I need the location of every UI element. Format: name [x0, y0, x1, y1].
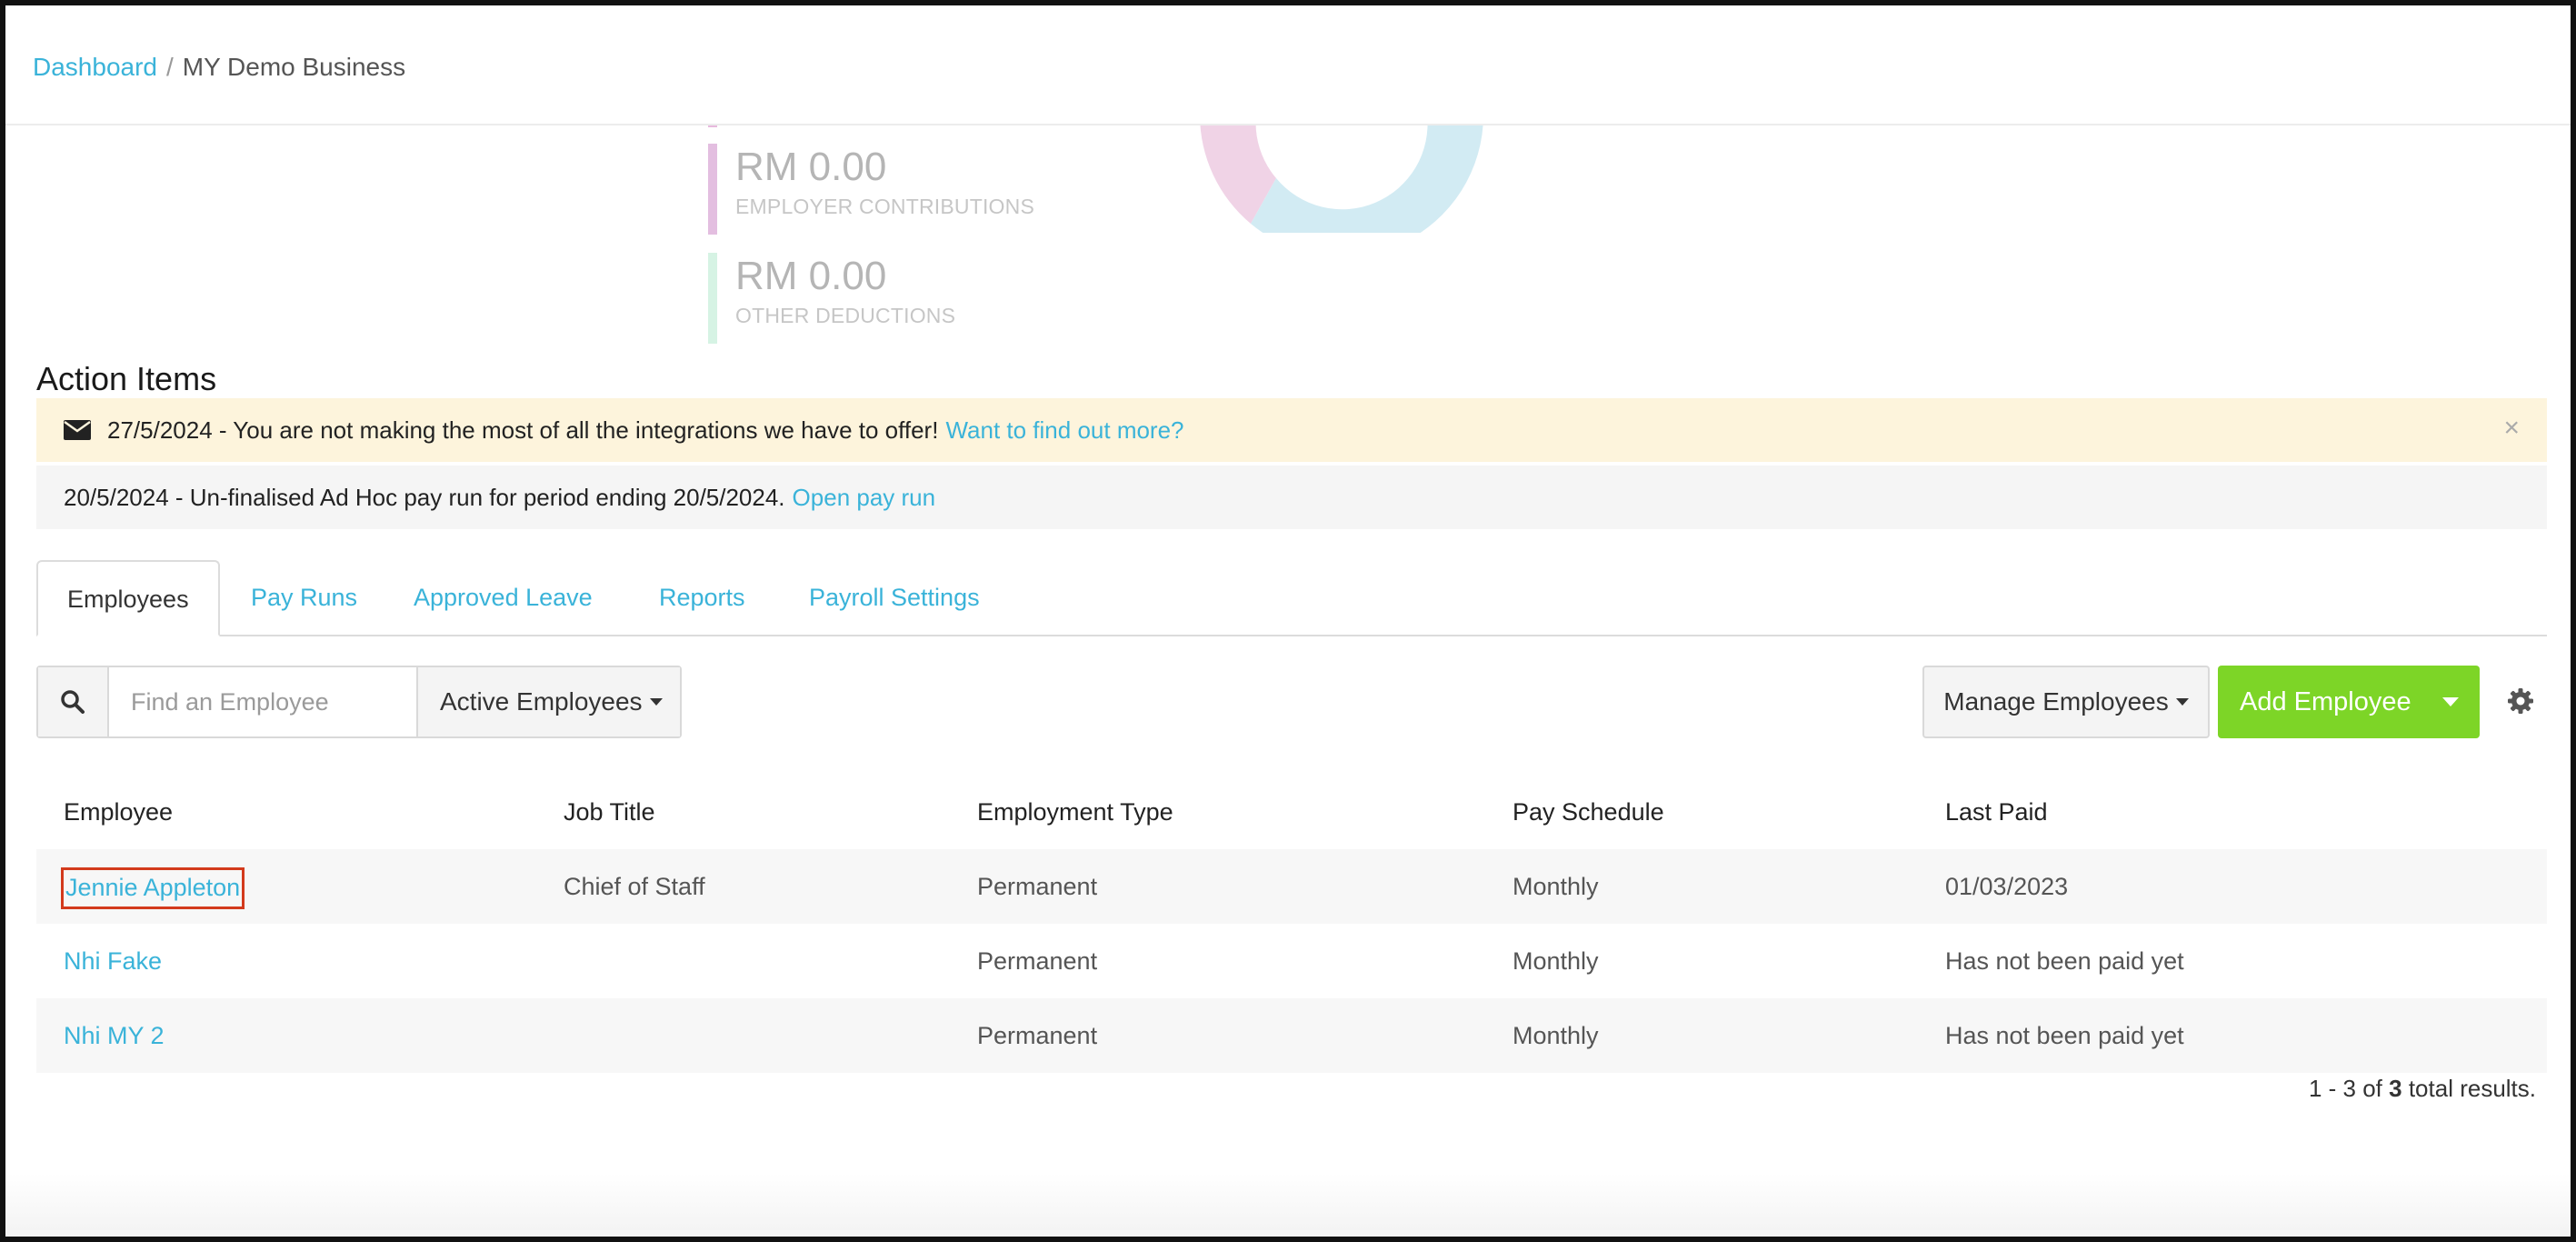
pay-schedule-cell: Monthly	[1513, 947, 1599, 975]
pay-run-alert: 20/5/2024 - Un-finalised Ad Hoc pay run …	[36, 466, 2547, 529]
stat-amount: RM 0.00	[735, 254, 887, 298]
donut-segment-main	[1251, 115, 1484, 233]
tab-approved-leave[interactable]: Approved Leave	[384, 560, 622, 635]
employee-search-input[interactable]	[109, 667, 416, 736]
employee-name-link[interactable]: Jennie Appleton	[61, 867, 245, 909]
open-pay-run-link[interactable]: Open pay run	[793, 484, 936, 512]
breadcrumb-dashboard-link[interactable]: Dashboard	[33, 53, 157, 81]
manage-employees-label: Manage Employees	[1943, 687, 2169, 716]
dropdown-label: Active Employees	[440, 687, 643, 716]
results-total: 3	[2389, 1075, 2402, 1102]
app-window: RM 0.00 EMPLOYER CONTRIBUTIONS RM 0.00 O…	[0, 0, 2576, 1242]
close-icon[interactable]: ×	[2503, 415, 2520, 442]
employee-search-group: Active Employees	[36, 666, 682, 738]
employee-name-link[interactable]: Nhi MY 2	[64, 998, 165, 1073]
breadcrumb-current: MY Demo Business	[182, 53, 406, 81]
alert-text: 20/5/2024 - Un-finalised Ad Hoc pay run …	[64, 483, 785, 511]
table-header: Employee Job Title Employment Type Pay S…	[36, 775, 2547, 849]
breadcrumb: Dashboard / MY Demo Business	[33, 53, 405, 82]
column-header-job-title[interactable]: Job Title	[564, 775, 655, 849]
bottom-shadow	[5, 1173, 2571, 1237]
add-employee-options-toggle[interactable]	[2421, 666, 2480, 738]
tab-pay-runs[interactable]: Pay Runs	[222, 560, 386, 635]
stat-other-deductions: RM 0.00 OTHER DEDUCTIONS	[708, 253, 955, 344]
gear-icon[interactable]	[2507, 687, 2534, 715]
results-prefix: 1 - 3 of	[2308, 1075, 2382, 1102]
page-header: Dashboard / MY Demo Business	[5, 5, 2571, 125]
table-row: Nhi MY 2 Permanent Monthly Has not been …	[36, 998, 2547, 1073]
last-paid-cell: Has not been paid yet	[1945, 1022, 2184, 1049]
job-title-cell: Chief of Staff	[564, 873, 705, 900]
search-button[interactable]	[38, 667, 109, 736]
manage-employees-button[interactable]: Manage Employees	[1922, 666, 2210, 738]
employment-type-cell: Permanent	[977, 1022, 1098, 1049]
integration-alert: 27/5/2024 - You are not making the most …	[36, 398, 2547, 462]
table-row: Nhi Fake Permanent Monthly Has not been …	[36, 924, 2547, 998]
last-paid-cell: 01/03/2023	[1945, 873, 2069, 900]
last-paid-cell: Has not been paid yet	[1945, 947, 2184, 975]
chevron-down-icon	[2175, 698, 2189, 706]
employment-type-cell: Permanent	[977, 873, 1098, 900]
search-icon	[61, 690, 85, 714]
table-body: Jennie Appleton Chief of Staff Permanent…	[36, 849, 2547, 1073]
column-header-employee[interactable]: Employee	[64, 775, 173, 849]
tab-bar: Employees Pay Runs Approved Leave Report…	[36, 560, 2547, 636]
action-items-title: Action Items	[36, 360, 217, 397]
employment-type-cell: Permanent	[977, 947, 1098, 975]
column-header-last-paid[interactable]: Last Paid	[1945, 775, 2048, 849]
breadcrumb-separator: /	[165, 53, 174, 81]
column-header-pay-schedule[interactable]: Pay Schedule	[1513, 775, 1664, 849]
stat-amount: RM 0.00	[735, 145, 887, 189]
column-header-employment-type[interactable]: Employment Type	[977, 775, 1173, 849]
chevron-down-icon	[649, 698, 663, 706]
pay-schedule-cell: Monthly	[1513, 1022, 1599, 1049]
stat-label: EMPLOYER CONTRIBUTIONS	[735, 195, 1034, 218]
employee-name-link[interactable]: Nhi Fake	[64, 924, 162, 998]
chevron-down-icon	[2442, 697, 2459, 706]
tab-reports[interactable]: Reports	[630, 560, 774, 635]
employees-table: Employee Job Title Employment Type Pay S…	[36, 775, 2547, 1073]
add-employee-label: Add Employee	[2240, 686, 2411, 716]
table-row: Jennie Appleton Chief of Staff Permanent…	[36, 849, 2547, 924]
envelope-icon	[64, 420, 91, 440]
stat-employer-contributions: RM 0.00 EMPLOYER CONTRIBUTIONS	[708, 144, 1034, 235]
pay-schedule-cell: Monthly	[1513, 873, 1599, 900]
employee-status-dropdown[interactable]: Active Employees	[416, 667, 680, 736]
tab-employees[interactable]: Employees	[36, 560, 220, 636]
add-employee-button[interactable]: Add Employee	[2218, 666, 2480, 738]
alert-text: 27/5/2024 - You are not making the most …	[107, 416, 939, 444]
stat-label: OTHER DEDUCTIONS	[735, 304, 956, 327]
tab-payroll-settings[interactable]: Payroll Settings	[780, 560, 1009, 635]
results-count: 1 - 3 of 3 total results.	[2309, 1075, 2536, 1103]
results-suffix: total results.	[2408, 1075, 2536, 1102]
find-out-more-link[interactable]: Want to find out more?	[945, 416, 1183, 445]
